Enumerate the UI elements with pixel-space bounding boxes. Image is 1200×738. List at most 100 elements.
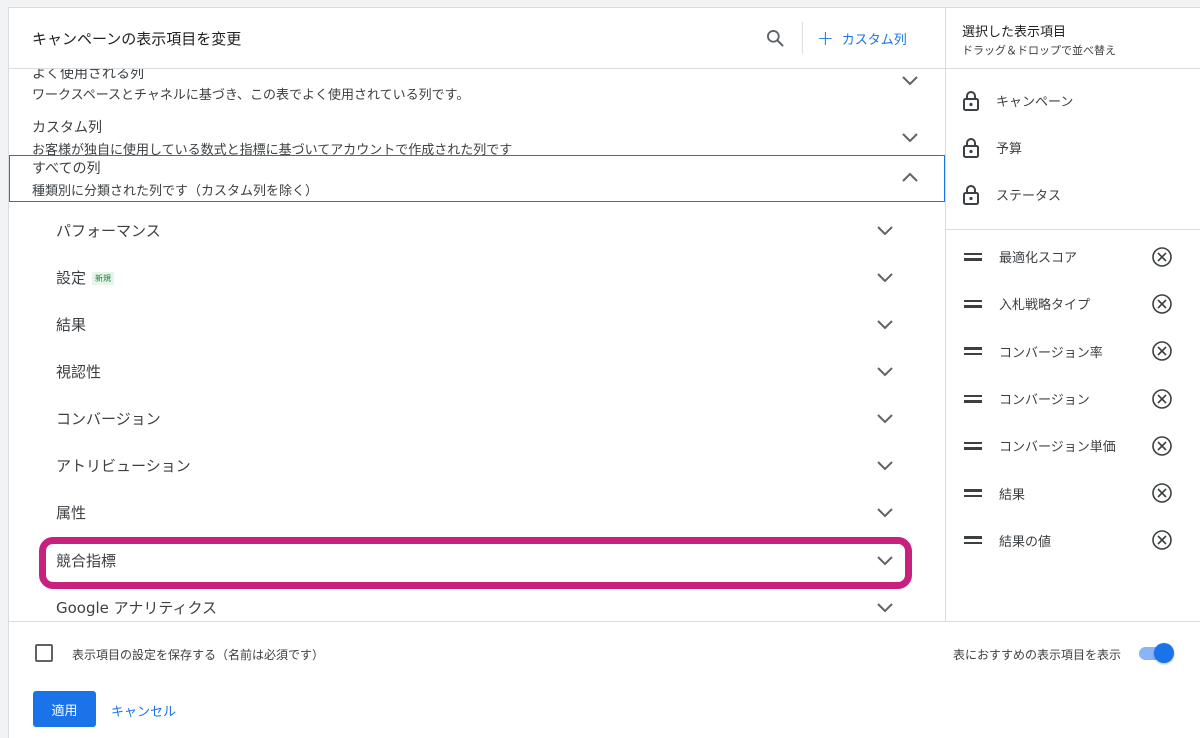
group-title: すべての列 [32, 161, 101, 177]
plus-icon: + [817, 26, 834, 50]
selected-columns-list: 最適化スコア 入札戦略タイプ コンバージョン率 コンバージョン コンバージョン単 [946, 230, 1200, 564]
group-description: 種類別に分類された列です（カスタム列を除く） [32, 184, 319, 199]
chevron-down-icon [877, 273, 893, 283]
selected-column-label: コンバージョン [999, 393, 1090, 409]
category-results[interactable]: 結果 [9, 300, 945, 347]
chevron-down-icon [902, 76, 918, 86]
selected-panel-subtitle: ドラッグ＆ドロップで並べ替え [962, 44, 1116, 57]
column-groups-list: よく使用される列 ワークスペースとチャネルに基づき、この表でよく使用されている列… [9, 69, 945, 621]
apply-button[interactable]: 適用 [33, 691, 96, 727]
selected-column[interactable]: 結果の値 [946, 517, 1200, 564]
category-google-analytics[interactable]: Google アナリティクス [9, 583, 945, 621]
chevron-down-icon [877, 461, 893, 471]
dialog-header: キャンペーンの表示項目を変更 + カスタム列 [9, 8, 945, 69]
category-viewability[interactable]: 視認性 [9, 347, 945, 394]
cancel-button[interactable]: キャンセル [111, 701, 176, 720]
lock-icon [963, 184, 979, 205]
selected-column-label: コンバージョン率 [999, 345, 1103, 361]
drag-handle-icon[interactable] [964, 439, 982, 453]
locked-column-label: キャンペーン [996, 95, 1074, 110]
category-attribution[interactable]: アトリビューション [9, 441, 945, 488]
remove-column-icon[interactable] [1151, 293, 1173, 315]
custom-column-label: カスタム列 [841, 32, 907, 48]
category-conversions[interactable]: コンバージョン [9, 394, 945, 441]
category-label: アトリビューション [56, 457, 191, 475]
add-custom-column-button[interactable]: + カスタム列 [817, 25, 907, 51]
save-settings-label: 表示項目の設定を保存する（名前は必須です） [72, 648, 325, 662]
chevron-down-icon [877, 414, 893, 424]
column-editor-dialog: キャンペーンの表示項目を変更 + カスタム列 よく使用される列 ワークスペースと… [8, 7, 1200, 738]
lock-icon [963, 90, 979, 111]
selected-columns-panel: 選択した表示項目 ドラッグ＆ドロップで並べ替え キャンペーン 予算 ステータス … [945, 8, 1200, 621]
chevron-down-icon [877, 367, 893, 377]
remove-column-icon[interactable] [1151, 388, 1173, 410]
drag-handle-icon[interactable] [964, 392, 982, 406]
category-label: Google アナリティクス [56, 599, 218, 617]
dialog-title: キャンペーンの表示項目を変更 [32, 30, 242, 48]
dialog-footer: 表示項目の設定を保存する（名前は必須です） 表におすすめの表示項目を表示 適用 … [9, 621, 1200, 738]
remove-column-icon[interactable] [1151, 529, 1173, 551]
header-divider [802, 22, 803, 54]
chevron-down-icon [877, 320, 893, 330]
category-performance[interactable]: パフォーマンス [9, 206, 945, 253]
selected-column-label: 結果 [999, 487, 1026, 503]
group-description: ワークスペースとチャネルに基づき、この表でよく使用されている列です。 [32, 88, 470, 103]
selected-column-label: 最適化スコア [999, 251, 1078, 267]
category-label: 視認性 [56, 363, 102, 381]
selected-column[interactable]: 結果 [946, 469, 1200, 516]
drag-handle-icon[interactable] [964, 533, 982, 547]
selected-column[interactable]: 最適化スコア [946, 233, 1200, 280]
locked-columns-list: キャンペーン 予算 ステータス [946, 69, 1200, 230]
remove-column-icon[interactable] [1151, 340, 1173, 362]
toggle-knob [1154, 643, 1174, 663]
selected-column[interactable]: コンバージョン [946, 375, 1200, 422]
recommend-columns-toggle[interactable] [1137, 642, 1175, 664]
selected-panel-header: 選択した表示項目 ドラッグ＆ドロップで並べ替え [946, 8, 1200, 69]
group-title: よく使用される列 [32, 69, 144, 82]
selected-column-label: コンバージョン単価 [999, 440, 1116, 456]
locked-column: 予算 [946, 124, 1200, 171]
category-label: パフォーマンス [56, 222, 161, 240]
chevron-up-icon [902, 172, 918, 182]
category-competitive-metrics[interactable]: 競合指標 [9, 536, 945, 583]
category-label: 設定 新規 [56, 267, 115, 288]
save-settings-checkbox[interactable] [35, 644, 53, 662]
search-button[interactable] [761, 24, 789, 52]
category-label: 競合指標 [56, 552, 117, 570]
chevron-down-icon [877, 226, 893, 236]
search-icon [767, 30, 784, 47]
category-label-text: 設定 [56, 269, 87, 287]
locked-column: ステータス [946, 171, 1200, 218]
new-badge: 新規 [92, 272, 115, 285]
drag-handle-icon[interactable] [964, 250, 982, 264]
group-custom-columns[interactable]: カスタム列 お客様が独自に使用している数式と指標に基づいてアカウントで作成された… [9, 109, 945, 158]
selected-column-label: 結果の値 [999, 534, 1052, 550]
drag-handle-icon[interactable] [964, 486, 982, 500]
locked-column: キャンペーン [946, 77, 1200, 124]
remove-column-icon[interactable] [1151, 246, 1173, 268]
remove-column-icon[interactable] [1151, 482, 1173, 504]
selected-column[interactable]: 入札戦略タイプ [946, 280, 1200, 327]
locked-column-label: 予算 [996, 142, 1023, 157]
locked-column-label: ステータス [996, 189, 1062, 204]
selected-column[interactable]: コンバージョン単価 [946, 422, 1200, 469]
category-label: 結果 [56, 316, 87, 334]
category-settings[interactable]: 設定 新規 [9, 253, 945, 300]
category-label: 属性 [56, 504, 87, 522]
selected-panel-title: 選択した表示項目 [962, 25, 1067, 40]
selected-column-label: 入札戦略タイプ [999, 298, 1091, 314]
chevron-down-icon [877, 508, 893, 518]
group-title: カスタム列 [32, 120, 102, 136]
drag-handle-icon[interactable] [964, 297, 982, 311]
chevron-down-icon [902, 133, 918, 143]
chevron-down-icon [877, 556, 893, 566]
lock-icon [963, 137, 979, 158]
category-label: コンバージョン [56, 410, 161, 428]
category-attributes[interactable]: 属性 [9, 488, 945, 535]
drag-handle-icon[interactable] [964, 344, 982, 358]
selected-column[interactable]: コンバージョン率 [946, 328, 1200, 375]
group-frequently-used[interactable]: よく使用される列 ワークスペースとチャネルに基づき、この表でよく使用されている列… [9, 69, 945, 109]
remove-column-icon[interactable] [1151, 435, 1173, 457]
chevron-down-icon [877, 603, 893, 613]
group-all-columns[interactable]: すべての列 種類別に分類された列です（カスタム列を除く） [9, 155, 945, 202]
